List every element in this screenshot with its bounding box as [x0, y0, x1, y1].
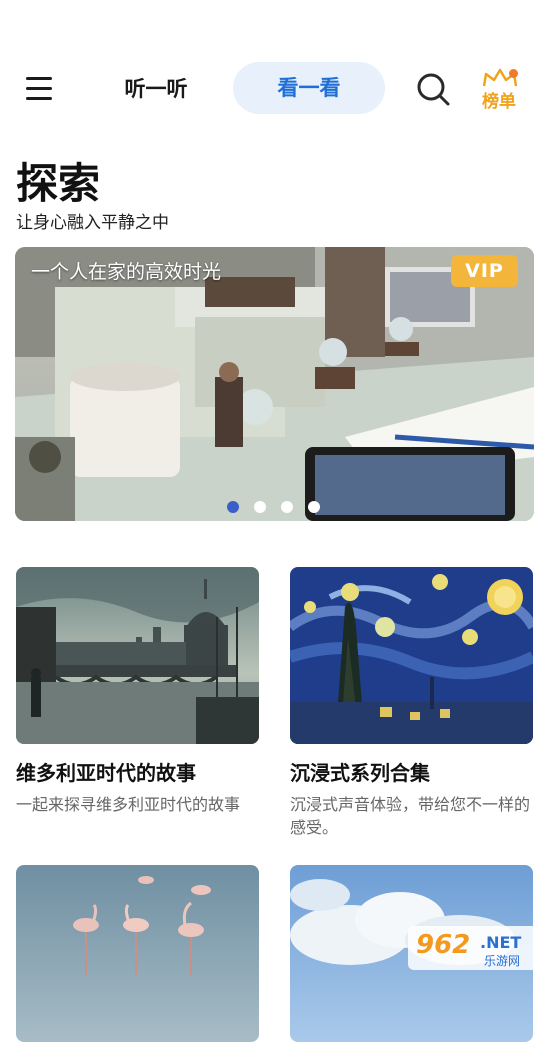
page-title: 探索 — [16, 159, 101, 208]
starry-night-image — [290, 567, 533, 744]
site-watermark-logo: 962 .NET 乐游网 — [408, 926, 541, 970]
svg-text:乐游网: 乐游网 — [484, 954, 520, 968]
svg-text:.NET: .NET — [480, 933, 521, 952]
top-navigation: 听一听 看一看 榜单 — [0, 58, 549, 118]
card-victorian[interactable]: 维多利亚时代的故事 一起来探寻维多利亚时代的故事 — [16, 567, 259, 814]
banner-carousel[interactable]: 一个人在家的高效时光 VIP — [15, 247, 534, 521]
notification-dot — [509, 69, 518, 78]
page-subtitle: 让身心融入平静之中 — [16, 213, 169, 233]
menu-icon[interactable] — [22, 74, 56, 104]
card-flamingos[interactable] — [16, 865, 259, 1042]
watermark-logo-icon: 962 .NET 乐游网 — [408, 926, 541, 970]
card-description: 沉浸式声音体验，带给您不一样的感受。 — [290, 795, 531, 837]
card-title: 沉浸式系列合集 — [290, 761, 430, 785]
victorian-london-image — [16, 567, 259, 744]
card-thumbnail[interactable] — [16, 567, 259, 744]
banner-image — [15, 247, 534, 521]
card-title: 维多利亚时代的故事 — [16, 761, 196, 785]
card-thumbnail[interactable] — [16, 865, 259, 1042]
card-thumbnail[interactable] — [290, 567, 533, 744]
ranking-button[interactable]: 榜单 — [478, 66, 524, 114]
ranking-label: 榜单 — [482, 92, 516, 112]
banner-caption: 一个人在家的高效时光 — [31, 261, 222, 283]
vip-badge: VIP — [451, 255, 518, 287]
carousel-dot[interactable] — [254, 501, 266, 513]
tab-watch[interactable]: 看一看 — [233, 62, 385, 114]
flamingos-image — [16, 865, 259, 1042]
card-description: 一起来探寻维多利亚时代的故事 — [16, 795, 241, 814]
carousel-dot[interactable] — [308, 501, 320, 513]
carousel-dot[interactable] — [227, 501, 239, 513]
carousel-dot[interactable] — [281, 501, 293, 513]
card-immersive[interactable]: 沉浸式系列合集 沉浸式声音体验，带给您不一样的感受。 — [290, 567, 533, 837]
tab-listen[interactable]: 听一听 — [108, 72, 204, 106]
search-icon[interactable] — [414, 70, 454, 110]
svg-text:962: 962 — [416, 930, 470, 960]
